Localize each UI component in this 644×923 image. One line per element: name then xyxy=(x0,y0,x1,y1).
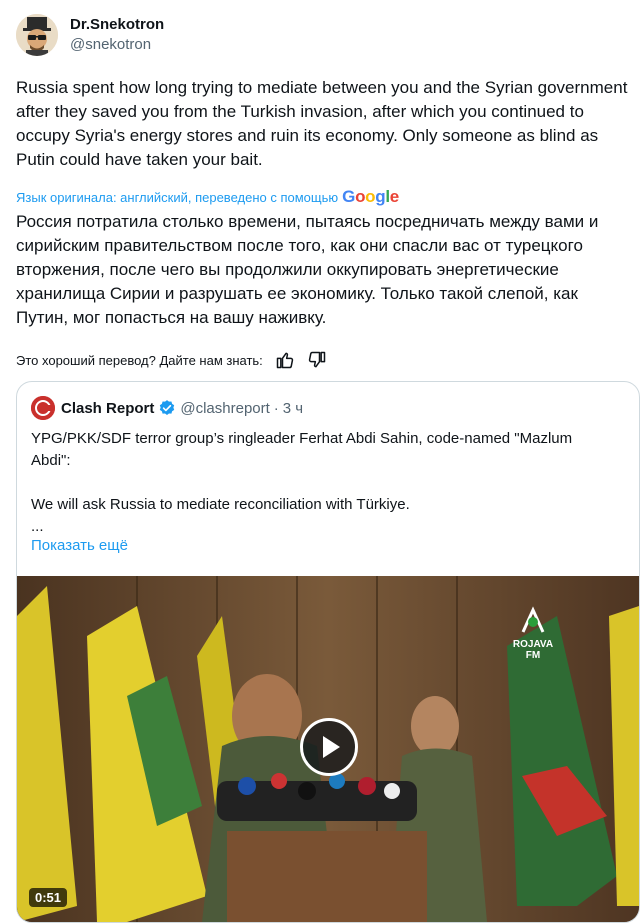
author-display-name[interactable]: Dr.Snekotron xyxy=(70,15,164,35)
tweet-text: Russia spent how long trying to mediate … xyxy=(16,78,633,169)
video-duration: 0:51 xyxy=(29,888,68,907)
avatar-illustration-icon xyxy=(16,14,58,56)
quoted-handle[interactable]: @clashreport xyxy=(180,400,269,417)
quoted-avatar[interactable] xyxy=(31,396,55,420)
quoted-tweet-text: YPG/PKK/SDF terror group’s ringleader Fe… xyxy=(31,430,573,535)
tweet-author[interactable]: Dr.Snekotron @snekotron xyxy=(16,14,164,56)
play-icon xyxy=(323,736,340,758)
play-button[interactable] xyxy=(300,718,358,776)
rojava-fm-logo-icon xyxy=(521,606,545,633)
thumbs-up-icon[interactable] xyxy=(275,350,295,370)
thumbs-down-icon[interactable] xyxy=(307,350,327,370)
verified-badge-icon xyxy=(158,399,176,417)
video-player[interactable]: ROJAVA FM 0:51 xyxy=(17,576,639,922)
show-more-link[interactable]: Показать ещё xyxy=(31,537,128,554)
quoted-timestamp[interactable]: 3 ч xyxy=(283,400,303,417)
translated-text: Россия потратила столько времени, пытаяс… xyxy=(16,212,604,327)
clash-report-logo-icon xyxy=(31,396,55,420)
watermark-label: ROJAVA FM xyxy=(512,639,554,661)
feedback-prompt: Это хороший перевод? Дайте нам знать: xyxy=(16,352,263,368)
separator-dot: · xyxy=(273,399,279,417)
author-handle[interactable]: @snekotron xyxy=(70,35,164,55)
translation-notice-label: Язык оригинала: английский, переведено с… xyxy=(16,189,339,205)
avatar[interactable] xyxy=(16,14,58,56)
quoted-display-name[interactable]: Clash Report xyxy=(61,400,154,417)
google-logo[interactable]: Google xyxy=(342,187,399,207)
quoted-tweet[interactable]: Clash Report @clashreport · 3 ч YPG/PKK/… xyxy=(16,381,640,923)
translation-notice: Язык оригинала: английский, переведено с… xyxy=(16,187,399,207)
quoted-tweet-header: Clash Report @clashreport · 3 ч xyxy=(31,396,303,420)
channel-watermark: ROJAVA FM xyxy=(511,606,555,661)
translation-feedback: Это хороший перевод? Дайте нам знать: xyxy=(16,350,327,370)
